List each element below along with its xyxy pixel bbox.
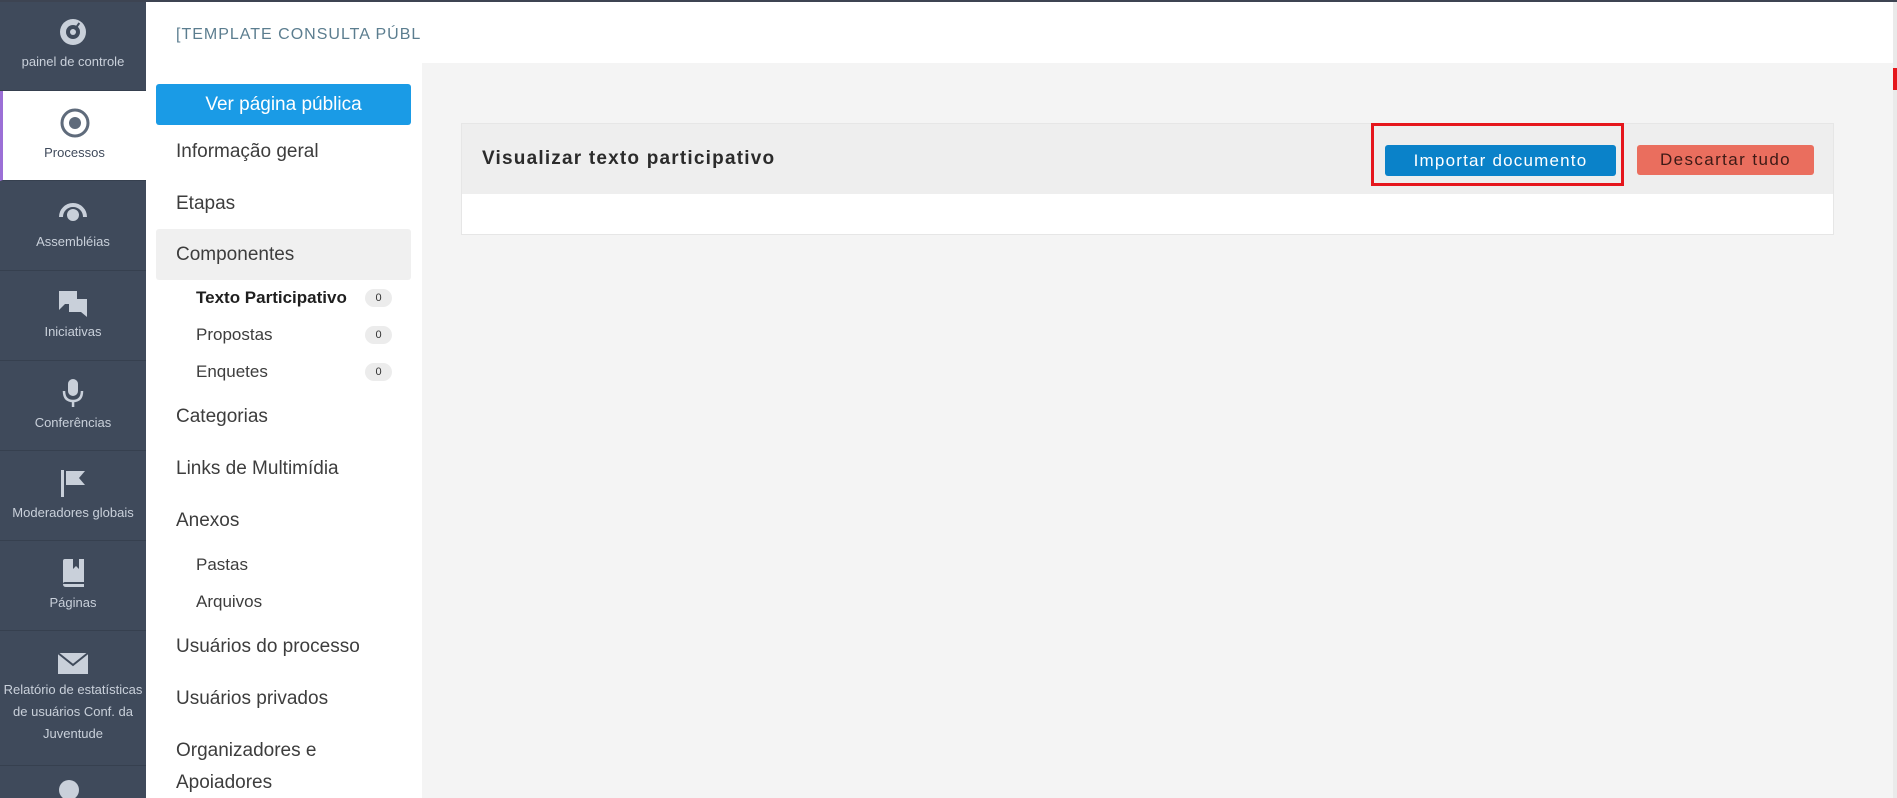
assemblies-icon [59,202,87,221]
attachment-arquivos[interactable]: Arquivos [196,592,392,612]
attachment-pastas[interactable]: Pastas [196,555,392,575]
process-sidebar: [TEMPLATE CONSULTA PÚBLICA] Ver página p… [146,0,455,798]
component-label: Texto Participativo [196,288,347,307]
participatory-text-card: Visualizar texto participativo [461,123,1834,235]
nav-label: Moderadores globais [12,504,134,520]
nav-item-paginas[interactable]: Páginas [0,541,146,631]
card-header: Visualizar texto participativo [462,124,1833,194]
scrollbar[interactable] [1893,0,1897,798]
import-document-button[interactable]: Importar documento [1385,145,1616,176]
attachment-label: Pastas [196,555,248,574]
nav-label: Processos [44,144,105,160]
scrollbar-thumb[interactable] [1893,68,1897,90]
attachment-label: Arquivos [196,592,263,611]
menu-usuarios-privados[interactable]: Usuários privados [176,688,328,710]
nav-item-assembleias[interactable]: Assembléias [0,181,146,271]
menu-componentes[interactable]: Componentes [156,229,411,280]
top-border [0,0,1897,2]
nav-item-conferencias[interactable]: Conferências [0,361,146,451]
card-title: Visualizar texto participativo [482,148,776,169]
nav-item-iniciativas[interactable]: Iniciativas [0,271,146,361]
component-enquetes[interactable]: Enquetes 0 [196,362,392,382]
menu-organizadores[interactable]: Organizadores e Apoiadores [176,735,376,798]
content-header [422,2,1893,63]
menu-componentes-label: Componentes [176,243,295,265]
main-sidebar: painel de controle Processos Assembléias… [0,0,146,798]
target-icon [60,108,89,137]
view-public-page-button[interactable]: Ver página pública [156,84,411,125]
component-texto-participativo[interactable]: Texto Participativo 0 [196,288,392,308]
envelope-icon [57,652,89,674]
nav-label: Iniciativas [44,323,102,339]
nav-item-moderadores[interactable]: Moderadores globais [0,451,146,541]
nav-item-relatorio[interactable]: Relatório de estatísticas de usuários Co… [0,631,146,766]
flag-icon [61,469,85,497]
chat-bubbles-icon [59,290,87,317]
microphone-icon [62,378,84,407]
menu-links-multimidia[interactable]: Links de Multimídia [176,458,339,480]
menu-etapas[interactable]: Etapas [176,193,235,215]
nav-label: Páginas [49,594,97,610]
nav-label: Assembléias [36,233,110,249]
book-icon [63,558,84,587]
count-badge: 0 [365,289,392,307]
menu-usuarios-processo[interactable]: Usuários do processo [176,636,360,658]
component-propostas[interactable]: Propostas 0 [196,325,392,345]
nav-label: painel de controle [21,54,125,69]
user-icon [59,780,79,798]
nav-label: Relatório de estatísticas de usuários Co… [3,682,143,741]
menu-categorias[interactable]: Categorias [176,406,268,428]
nav-item-processos[interactable]: Processos [0,91,146,181]
nav-item-dashboard[interactable]: painel de controle [0,0,146,91]
dashboard-icon [60,19,86,45]
discard-all-button[interactable]: Descartar tudo [1637,145,1814,175]
count-badge: 0 [365,363,392,381]
nav-label: Conferências [34,414,112,430]
menu-informacao-geral[interactable]: Informação geral [176,141,319,163]
menu-anexos[interactable]: Anexos [176,510,239,532]
count-badge: 0 [365,326,392,344]
space-title: [TEMPLATE CONSULTA PÚBLICA] [176,26,457,43]
component-label: Propostas [196,325,273,344]
component-label: Enquetes [196,362,268,381]
